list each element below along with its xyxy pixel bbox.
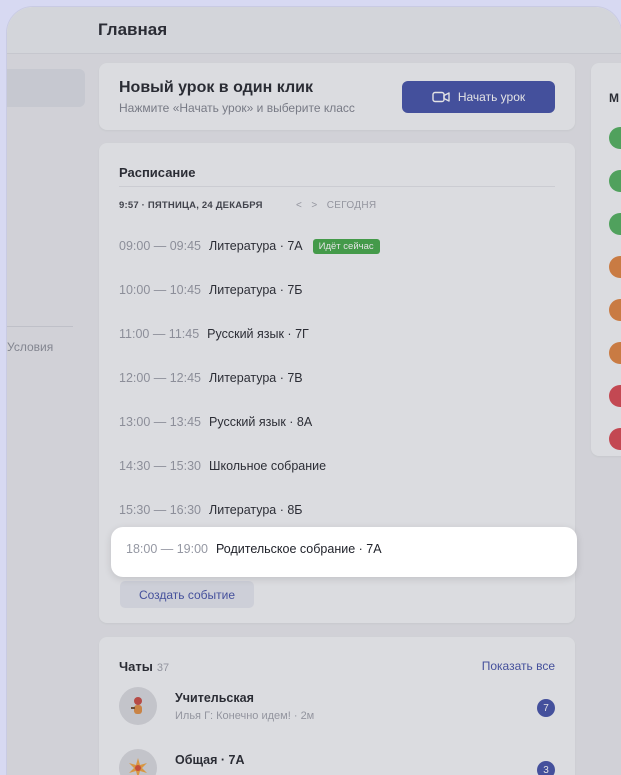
schedule-item[interactable]: 14:30 — 15:30 Школьное собрание — [119, 459, 326, 479]
today-button[interactable]: СЕГОДНЯ — [327, 200, 377, 211]
schedule-item-title: Литература · 7В — [209, 371, 303, 385]
chat-preview-text: Илья Г: Конечно идем! — [175, 710, 291, 722]
chats-title: Чаты 37 — [119, 659, 169, 674]
schedule-item-time: 18:00 — 19:00 — [126, 542, 209, 556]
status-dot[interactable] — [609, 213, 621, 235]
highlighted-schedule-item[interactable]: 18:00 — 19:00 Родительское собрание · 7А — [111, 527, 577, 577]
schedule-item-title: Русский язык · 7Г — [207, 327, 309, 341]
status-dot[interactable] — [609, 256, 621, 278]
schedule-item[interactable]: 11:00 — 11:45 Русский язык · 7Г — [119, 327, 309, 347]
start-lesson-button[interactable]: Начать урок — [402, 81, 555, 113]
right-panel-card: М — [591, 63, 621, 456]
right-panel-title: М — [609, 91, 619, 105]
new-lesson-card: Новый урок в один клик Нажмите «Начать у… — [99, 63, 575, 130]
status-dot[interactable] — [609, 385, 621, 407]
sidebar-divider — [7, 326, 73, 327]
schedule-item-time: 12:00 — 12:45 — [119, 371, 202, 385]
sidebar-active-item[interactable] — [7, 69, 85, 107]
schedule-item-time: 15:30 — 16:30 — [119, 503, 202, 517]
schedule-item[interactable]: 15:30 — 16:30 Литература · 8Б — [119, 503, 303, 523]
chat-avatar — [119, 749, 157, 775]
prev-day-button[interactable]: < — [296, 200, 302, 211]
show-all-chats-link[interactable]: Показать все — [482, 659, 555, 673]
schedule-item[interactable]: 12:00 — 12:45 Литература · 7В — [119, 371, 303, 391]
schedule-item-title: Литература · 7Б — [209, 283, 303, 297]
schedule-item-time: 09:00 — 09:45 — [119, 239, 202, 253]
chat-item[interactable]: Общая · 7А 3 — [119, 749, 555, 775]
chats-title-label: Чаты — [119, 659, 153, 674]
schedule-item-time: 11:00 — 11:45 — [119, 327, 200, 341]
sidebar: Условия — [7, 53, 93, 775]
schedule-item[interactable]: 09:00 — 09:45 Литература · 7А Идёт сейчас — [119, 239, 380, 259]
start-lesson-label: Начать урок — [457, 90, 526, 104]
chat-time: 2м — [300, 710, 315, 722]
chat-item[interactable]: Учительская Илья Г: Конечно идем! · 2м 7 — [119, 687, 555, 735]
schedule-item[interactable]: 10:00 — 10:45 Литература · 7Б — [119, 283, 303, 303]
chats-card: Чаты 37 Показать все Учительская Илья Г: … — [99, 637, 575, 775]
create-event-button[interactable]: Создать событие — [120, 581, 254, 608]
schedule-item-time: 14:30 — 15:30 — [119, 459, 202, 473]
sidebar-terms-link[interactable]: Условия — [7, 340, 53, 354]
schedule-nav: < > СЕГОДНЯ — [296, 200, 376, 211]
status-dot[interactable] — [609, 428, 621, 450]
schedule-date: 9:57 · ПЯТНИЦА, 24 ДЕКАБРЯ — [119, 200, 263, 211]
page-title: Главная — [98, 20, 168, 39]
schedule-item[interactable]: 13:00 — 13:45 Русский язык · 8А — [119, 415, 312, 435]
schedule-title: Расписание — [119, 165, 196, 180]
next-day-button[interactable]: > — [311, 200, 317, 211]
schedule-item-title: Родительское собрание · 7А — [216, 542, 382, 556]
schedule-item-title: Русский язык · 8А — [209, 415, 313, 429]
chats-count: 37 — [156, 662, 170, 674]
new-lesson-subtitle: Нажмите «Начать урок» и выберите класс — [119, 101, 355, 115]
app-window: Главная Условия Новый урок в один клик Н… — [7, 7, 621, 775]
chat-name: Общая · 7А — [175, 753, 245, 767]
chat-avatar — [119, 687, 157, 725]
now-badge: Идёт сейчас — [312, 239, 380, 254]
schedule-item-time: 10:00 — 10:45 — [119, 283, 202, 297]
burst-avatar-icon — [129, 758, 147, 775]
chat-preview: Илья Г: Конечно идем! · 2м — [175, 710, 315, 722]
status-dot[interactable] — [609, 342, 621, 364]
status-dot[interactable] — [609, 127, 621, 149]
schedule-item-title: Литература · 8Б — [209, 503, 303, 517]
schedule-divider — [119, 186, 555, 187]
status-dot[interactable] — [609, 299, 621, 321]
schedule-item-time: 13:00 — 13:45 — [119, 415, 202, 429]
schedule-item-title: Литература · 7А — [209, 239, 303, 253]
teachers-room-avatar-icon — [131, 697, 142, 714]
unread-count-badge: 3 — [537, 761, 555, 775]
chat-name: Учительская — [175, 691, 254, 705]
video-camera-icon — [432, 91, 450, 103]
top-bar: Главная — [7, 7, 621, 54]
status-dot[interactable] — [609, 170, 621, 192]
new-lesson-title: Новый урок в один клик — [119, 79, 313, 96]
schedule-item[interactable]: 18:00 — 19:00 Родительское собрание · 7А — [126, 542, 382, 562]
schedule-item-title: Школьное собрание — [209, 459, 327, 473]
unread-count-badge: 7 — [537, 699, 555, 717]
